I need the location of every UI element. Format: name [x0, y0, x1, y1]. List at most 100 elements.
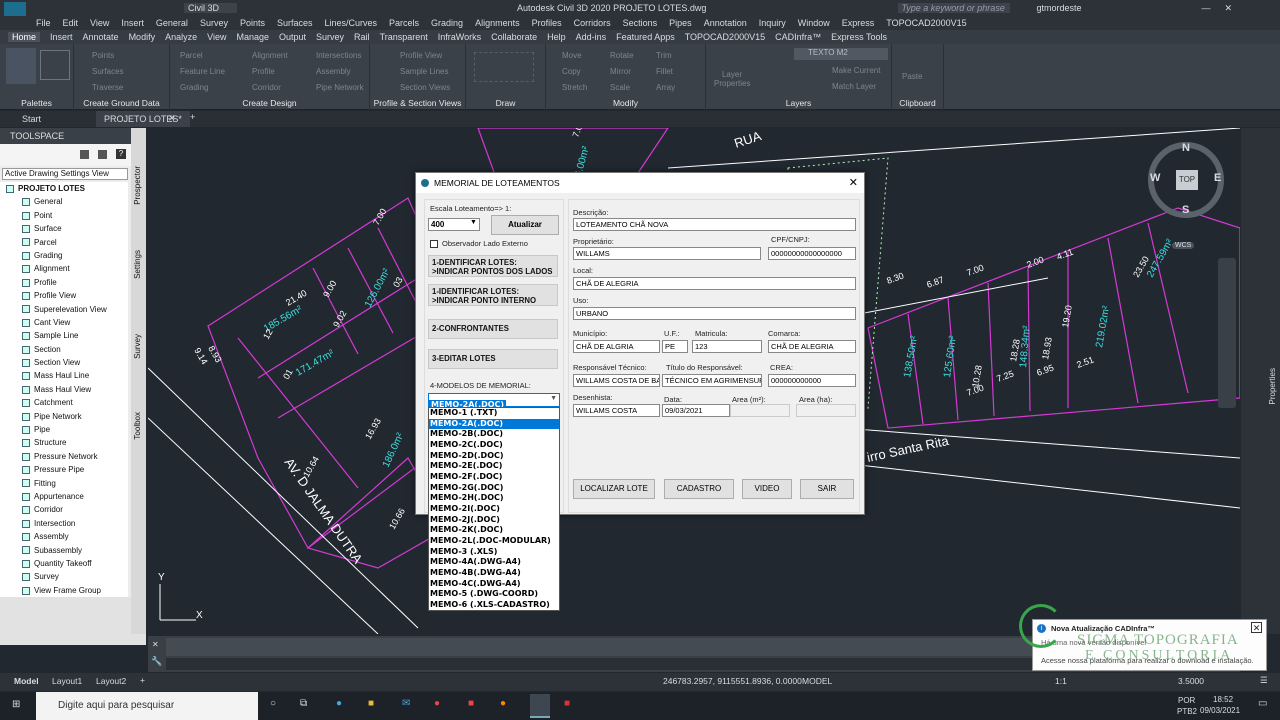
confrontantes-button[interactable]: 2-CONFRONTANTES: [428, 319, 558, 339]
surfaces-menu[interactable]: Surfaces: [92, 67, 124, 76]
menu-item[interactable]: Surfaces: [277, 18, 313, 28]
close-tab-icon[interactable]: ✕: [168, 113, 176, 124]
compass-n[interactable]: N: [1182, 142, 1190, 154]
modelo-select[interactable]: MEMO-2A(.DOC) ▼: [428, 393, 560, 409]
windows-start-icon[interactable]: ⊞: [12, 699, 20, 710]
help-icon[interactable]: ?: [116, 149, 126, 159]
panel-title[interactable]: Create Design: [170, 98, 369, 108]
section-views-menu[interactable]: Section Views: [400, 83, 450, 92]
municipio-field[interactable]: CHÃ DE ALGRIA: [573, 340, 660, 353]
comarca-field[interactable]: CHÃ DE ALEGRIA: [768, 340, 856, 353]
add-layout-icon[interactable]: +: [140, 675, 145, 685]
menu-item[interactable]: Express: [842, 18, 875, 28]
video-button[interactable]: VIDEO: [742, 479, 792, 499]
tree-item[interactable]: Profile View: [0, 289, 128, 302]
tree-item[interactable]: Alignment: [0, 262, 128, 275]
tree-item[interactable]: Mass Haul View: [0, 383, 128, 396]
dropdown-option[interactable]: MEMO-6 (.XLS-CADASTRO): [429, 600, 559, 611]
titulo-field[interactable]: TÉCNICO EM AGRIMENSURA: [662, 374, 762, 387]
assembly-menu[interactable]: Assembly: [316, 67, 351, 76]
desenhista-field[interactable]: WILLAMS COSTA: [573, 404, 660, 417]
ribbon-tab[interactable]: Add-ins: [576, 32, 607, 42]
menu-item[interactable]: General: [156, 18, 188, 28]
tree-item[interactable]: Survey: [0, 570, 128, 583]
match-layer-button[interactable]: Match Layer: [832, 82, 876, 91]
notification-close-button[interactable]: ✕: [1251, 622, 1262, 633]
keyboard-indicator[interactable]: PTB2: [1177, 707, 1197, 716]
scale-button[interactable]: Scale: [610, 83, 630, 92]
file-explorer-icon[interactable]: ■: [368, 698, 374, 709]
identificar-interno-button[interactable]: 1-IDENTIFICAR LOTES: >INDICAR PONTO INTE…: [428, 284, 558, 306]
workspace-selector[interactable]: Civil 3D: [184, 3, 238, 13]
identificar-lados-button[interactable]: 1-DENTIFICAR LOTES: >INDICAR PONTOS DOS …: [428, 255, 558, 277]
tree-item[interactable]: Mass Haul Line: [0, 369, 128, 382]
dropdown-option[interactable]: MEMO-4B(.DWG-A4): [429, 568, 559, 579]
palette-grid-icon[interactable]: [40, 50, 70, 80]
localizar-lote-button[interactable]: LOCALIZAR LOTE: [573, 479, 655, 499]
dropdown-option[interactable]: MEMO-2A(.DOC): [429, 418, 559, 430]
tree-item[interactable]: Point: [0, 209, 128, 222]
dropdown-option[interactable]: MEMO-2F(.DOC): [429, 472, 559, 483]
panel-title[interactable]: Layers: [706, 98, 891, 108]
dropdown-option[interactable]: MEMO-3 (.XLS): [429, 547, 559, 558]
layer-dropdown[interactable]: TEXTO M2: [794, 48, 888, 60]
matricula-field[interactable]: 123: [692, 340, 762, 353]
tree-item[interactable]: View Frame Group: [0, 584, 128, 597]
panel-title[interactable]: Draw: [466, 98, 545, 108]
layout1-tab[interactable]: Layout1: [52, 676, 82, 686]
ribbon-tab[interactable]: Annotate: [83, 32, 119, 42]
task-view-icon[interactable]: ⧉: [300, 698, 307, 709]
trim-button[interactable]: Trim: [656, 51, 672, 60]
view-dropdown[interactable]: Active Drawing Settings View: [2, 168, 128, 180]
ribbon-tab[interactable]: Survey: [316, 32, 344, 42]
ribbon-tab[interactable]: Featured Apps: [616, 32, 675, 42]
layout-icon[interactable]: [98, 150, 107, 159]
ribbon-tab[interactable]: Modify: [129, 32, 156, 42]
tree-item[interactable]: Cant View: [0, 316, 128, 329]
drawing-tab[interactable]: PROJETO LOTES*: [96, 111, 190, 127]
menu-item[interactable]: Lines/Curves: [325, 18, 378, 28]
menu-item[interactable]: Profiles: [532, 18, 562, 28]
profile-view-menu[interactable]: Profile View: [400, 51, 442, 60]
pin-icon[interactable]: [80, 150, 89, 159]
mirror-button[interactable]: Mirror: [610, 67, 631, 76]
ribbon-tab[interactable]: Rail: [354, 32, 370, 42]
make-current-button[interactable]: Make Current: [832, 66, 880, 75]
panel-title[interactable]: Profile & Section Views: [370, 98, 465, 108]
menu-item[interactable]: View: [90, 18, 109, 28]
close-button[interactable]: ✕: [1224, 3, 1232, 14]
feature-line-menu[interactable]: Feature Line: [180, 67, 225, 76]
layer-properties-button[interactable]: Layer Properties: [714, 70, 750, 88]
panel-title[interactable]: Palettes: [0, 98, 73, 108]
menu-item[interactable]: Alignments: [475, 18, 520, 28]
dropdown-option[interactable]: MEMO-5 (.DWG-COORD): [429, 589, 559, 600]
dropdown-option[interactable]: MEMO-2D(.DOC): [429, 451, 559, 462]
array-button[interactable]: Array: [656, 83, 675, 92]
dropdown-option[interactable]: MEMO-2L(.DOC-MODULAR): [429, 536, 559, 547]
tree-item[interactable]: Surface: [0, 222, 128, 235]
move-button[interactable]: Move: [562, 51, 582, 60]
tree-root[interactable]: PROJETO LOTES: [0, 182, 128, 195]
mail-icon[interactable]: ✉: [402, 698, 410, 709]
ribbon-tab[interactable]: Express Tools: [831, 32, 887, 42]
editar-lotes-button[interactable]: 3-EDITAR LOTES: [428, 349, 558, 369]
tree-item[interactable]: Quantity Takeoff: [0, 557, 128, 570]
tree-item[interactable]: Structure: [0, 436, 128, 449]
tab-toolbox[interactable]: Toolbox: [133, 412, 143, 440]
tree-item[interactable]: Section View: [0, 356, 128, 369]
ribbon-tab[interactable]: Transparent: [380, 32, 428, 42]
dropdown-option[interactable]: MEMO-2G(.DOC): [429, 483, 559, 494]
ribbon-tab[interactable]: Home: [8, 32, 41, 42]
tree-item[interactable]: Section: [0, 343, 128, 356]
dropdown-option[interactable]: MEMO-2C(.DOC): [429, 440, 559, 451]
atualizar-button[interactable]: Atualizar: [491, 215, 559, 235]
uf-field[interactable]: PE: [662, 340, 688, 353]
wrench-icon[interactable]: 🔧: [151, 656, 162, 667]
clock-date[interactable]: 09/03/2021: [1200, 706, 1240, 715]
app-taskbar-icon[interactable]: ■: [564, 698, 570, 709]
dropdown-option[interactable]: MEMO-4C(.DWG-A4): [429, 579, 559, 590]
pipe-network-menu[interactable]: Pipe Network: [316, 83, 364, 92]
tree-item[interactable]: Pressure Network: [0, 450, 128, 463]
add-tab-icon[interactable]: +: [190, 112, 195, 122]
dropdown-option[interactable]: MEMO-2B(.DOC): [429, 429, 559, 440]
